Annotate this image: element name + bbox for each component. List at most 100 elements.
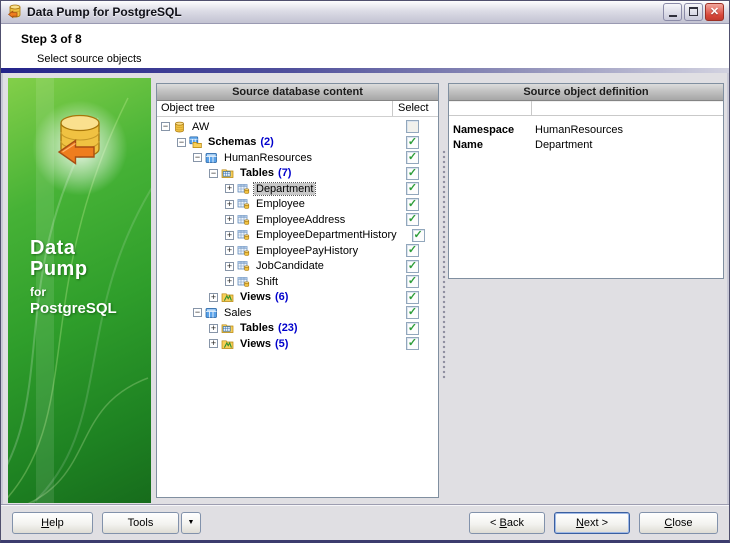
table-icon bbox=[237, 276, 251, 288]
tree-node-label[interactable]: EmployeePayHistory bbox=[254, 245, 360, 257]
expander-collapsed-icon[interactable]: + bbox=[225, 246, 234, 255]
tree-row[interactable]: +Views(5)✓ bbox=[157, 336, 438, 352]
expander-expanded-icon[interactable]: − bbox=[177, 138, 186, 147]
expander-collapsed-icon[interactable]: + bbox=[225, 231, 234, 240]
tree-node-label[interactable]: Views bbox=[238, 291, 273, 303]
tree-row[interactable]: − HumanResources ✓ bbox=[157, 150, 438, 166]
definition-row: NameDepartment bbox=[449, 137, 723, 152]
tree-row[interactable]: + JobCandidate ✓ bbox=[157, 259, 438, 275]
tree-node-label[interactable]: Views bbox=[238, 338, 273, 350]
row-checkbox-unchecked[interactable] bbox=[406, 120, 419, 133]
product-line-2: Pump bbox=[30, 259, 117, 280]
tree-node-label[interactable]: Employee bbox=[254, 198, 307, 210]
tree-node-label[interactable]: Department bbox=[254, 183, 315, 195]
expander-collapsed-icon[interactable]: + bbox=[225, 277, 234, 286]
tree-row[interactable]: + EmployeePayHistory ✓ bbox=[157, 243, 438, 259]
table-icon bbox=[237, 229, 251, 241]
source-object-definition-title: Source object definition bbox=[449, 84, 723, 101]
tree-node-label[interactable]: Tables bbox=[238, 167, 276, 179]
row-checkbox-checked[interactable]: ✓ bbox=[406, 198, 419, 211]
expander-collapsed-icon[interactable]: + bbox=[225, 262, 234, 271]
tree-node-label[interactable]: HumanResources bbox=[222, 152, 314, 164]
row-checkbox-checked[interactable]: ✓ bbox=[406, 182, 419, 195]
product-line-3: for bbox=[30, 286, 117, 299]
table-icon bbox=[237, 183, 251, 195]
tree-node-label[interactable]: Shift bbox=[254, 276, 280, 288]
row-checkbox-checked[interactable]: ✓ bbox=[406, 291, 419, 304]
column-object-tree[interactable]: Object tree bbox=[157, 101, 393, 116]
expander-collapsed-icon[interactable]: + bbox=[209, 324, 218, 333]
tree-row[interactable]: + Department ✓ bbox=[157, 181, 438, 197]
views-folder-icon bbox=[221, 291, 235, 303]
row-checkbox-checked[interactable]: ✓ bbox=[406, 213, 419, 226]
tree-node-label[interactable]: AW bbox=[190, 121, 211, 133]
expander-expanded-icon[interactable]: − bbox=[161, 122, 170, 131]
schema-icon bbox=[205, 307, 219, 319]
row-checkbox-checked[interactable]: ✓ bbox=[406, 275, 419, 288]
tree-row[interactable]: − Schemas(2) ✓ bbox=[157, 135, 438, 151]
row-checkbox-checked[interactable]: ✓ bbox=[406, 260, 419, 273]
back-button[interactable]: < Back bbox=[469, 512, 545, 534]
tools-button[interactable]: Tools bbox=[102, 512, 179, 534]
product-line-4: PostgreSQL bbox=[30, 301, 117, 317]
tree-node-label[interactable]: EmployeeDepartmentHistory bbox=[254, 229, 399, 241]
row-checkbox-checked[interactable]: ✓ bbox=[406, 136, 419, 149]
tree-node-label[interactable]: Schemas bbox=[206, 136, 258, 148]
expander-collapsed-icon[interactable]: + bbox=[225, 200, 234, 209]
expander-collapsed-icon[interactable]: + bbox=[209, 293, 218, 302]
tools-dropdown-button[interactable]: ▼ bbox=[181, 512, 201, 534]
tree-node-label[interactable]: Tables bbox=[238, 322, 276, 334]
window-title: Data Pump for PostgreSQL bbox=[27, 5, 661, 19]
minimize-button[interactable] bbox=[663, 3, 682, 21]
tree-row[interactable]: −Tables(7)✓ bbox=[157, 166, 438, 182]
expander-collapsed-icon[interactable]: + bbox=[225, 184, 234, 193]
definition-row: NamespaceHumanResources bbox=[449, 122, 723, 137]
close-button[interactable]: Close bbox=[639, 512, 718, 534]
brand-sidebar: Data Pump for PostgreSQL bbox=[8, 78, 151, 503]
tree-node-label[interactable]: EmployeeAddress bbox=[254, 214, 347, 226]
views-folder-icon bbox=[221, 338, 235, 350]
source-database-panel-title: Source database content bbox=[157, 84, 438, 101]
row-checkbox-checked[interactable]: ✓ bbox=[406, 306, 419, 319]
panel-splitter[interactable] bbox=[441, 150, 448, 380]
row-checkbox-checked[interactable]: ✓ bbox=[406, 337, 419, 350]
tree-row[interactable]: + EmployeeAddress ✓ bbox=[157, 212, 438, 228]
close-window-button[interactable]: ✕ bbox=[705, 3, 724, 21]
tree-row[interactable]: + Employee ✓ bbox=[157, 197, 438, 213]
row-checkbox-checked[interactable]: ✓ bbox=[406, 167, 419, 180]
tree-row[interactable]: − Sales ✓ bbox=[157, 305, 438, 321]
row-checkbox-checked[interactable]: ✓ bbox=[412, 229, 425, 242]
table-icon bbox=[237, 245, 251, 257]
definition-label: Name bbox=[449, 139, 532, 151]
app-icon bbox=[6, 4, 23, 20]
nav-buttons: < Back Next > Close bbox=[469, 512, 718, 534]
tree-node-label[interactable]: JobCandidate bbox=[254, 260, 326, 272]
row-checkbox-checked[interactable]: ✓ bbox=[406, 151, 419, 164]
expander-collapsed-icon[interactable]: + bbox=[209, 339, 218, 348]
tree-row[interactable]: − AW bbox=[157, 119, 438, 135]
tables-folder-icon bbox=[221, 322, 235, 334]
tree-column-headers: Object tree Select bbox=[157, 101, 438, 117]
definition-column-headers bbox=[449, 101, 723, 116]
tree-row[interactable]: +Tables(23)✓ bbox=[157, 321, 438, 337]
tree-row[interactable]: + Shift ✓ bbox=[157, 274, 438, 290]
chevron-down-icon: ▼ bbox=[188, 519, 195, 526]
next-button[interactable]: Next > bbox=[554, 512, 630, 534]
main-area: Data Pump for PostgreSQL Source database… bbox=[1, 74, 729, 504]
tree-row[interactable]: +Views(6)✓ bbox=[157, 290, 438, 306]
tree-row[interactable]: + EmployeeDepartmentHistory ✓ bbox=[157, 228, 438, 244]
maximize-button[interactable] bbox=[684, 3, 703, 21]
data-pump-icon bbox=[46, 110, 114, 177]
node-count: (2) bbox=[260, 136, 273, 148]
tree-node-label[interactable]: Sales bbox=[222, 307, 254, 319]
definition-fields: NamespaceHumanResourcesNameDepartment bbox=[449, 116, 723, 152]
row-checkbox-checked[interactable]: ✓ bbox=[406, 244, 419, 257]
source-object-definition-panel: Source object definition NamespaceHumanR… bbox=[448, 83, 724, 279]
row-checkbox-checked[interactable]: ✓ bbox=[406, 322, 419, 335]
help-button[interactable]: Help bbox=[12, 512, 93, 534]
column-select[interactable]: Select bbox=[393, 101, 438, 116]
expander-collapsed-icon[interactable]: + bbox=[225, 215, 234, 224]
expander-expanded-icon[interactable]: − bbox=[209, 169, 218, 178]
expander-expanded-icon[interactable]: − bbox=[193, 308, 202, 317]
expander-expanded-icon[interactable]: − bbox=[193, 153, 202, 162]
